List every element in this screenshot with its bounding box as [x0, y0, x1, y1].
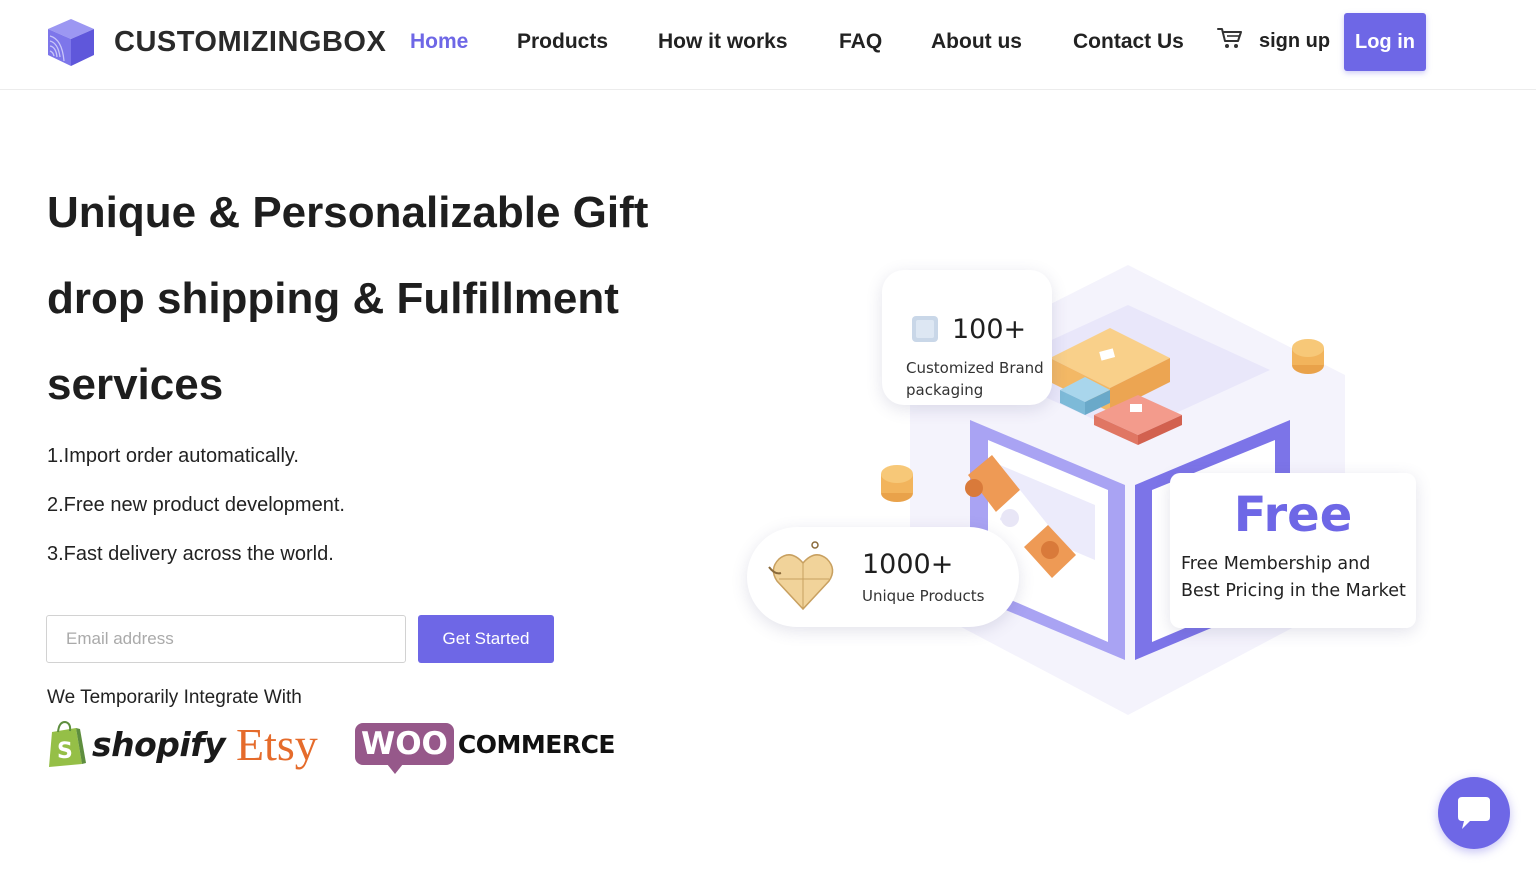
nav-how-it-works[interactable]: How it works [658, 30, 788, 54]
chat-icon [1458, 797, 1490, 829]
login-button[interactable]: Log in [1344, 13, 1426, 71]
woocommerce-logo: WOO COMMERCE [355, 723, 616, 774]
signup-link[interactable]: sign up [1259, 30, 1330, 53]
cube-logo-icon [48, 19, 94, 66]
box-icon [912, 316, 938, 342]
cart-icon[interactable] [1216, 26, 1244, 50]
hero-title-line: services [47, 360, 224, 409]
free-desc: Free Membership and Best Pricing in the … [1181, 551, 1406, 605]
products-stat-number: 1000+ [862, 549, 954, 580]
hero-title-line: Unique & Personalizable Gift [47, 188, 649, 237]
free-desc-line: Free Membership and [1181, 554, 1371, 574]
nav-home[interactable]: Home [410, 30, 468, 54]
hero-title-line: drop shipping & Fulfillment [47, 274, 619, 323]
commerce-wordmark: COMMERCE [457, 729, 616, 759]
brand-name: CUSTOMIZINGBOX [114, 25, 387, 58]
free-title: Free [1233, 487, 1353, 543]
shopify-bag-icon: S [49, 720, 86, 767]
packaging-stat-number: 100+ [952, 314, 1027, 345]
packaging-desc-line: packaging [906, 381, 984, 399]
site-header: CUSTOMIZINGBOX Home Products How it work… [0, 0, 1536, 90]
nav-products[interactable]: Products [517, 30, 608, 54]
shopify-wordmark: shopify [92, 724, 226, 764]
products-stat-card: 1000+ Unique Products [747, 527, 1019, 627]
shopify-logo: S shopify [46, 720, 226, 768]
products-stat-desc: Unique Products [862, 587, 985, 605]
brand-logo[interactable]: CUSTOMIZINGBOX [46, 17, 386, 67]
feature-item: 3.Fast delivery across the world. [47, 543, 334, 565]
svg-text:S: S [57, 739, 73, 764]
packaging-desc-line: Customized Brand [906, 359, 1044, 377]
feature-item: 2.Free new product development. [47, 494, 345, 516]
feature-item: 1.Import order automatically. [47, 445, 299, 467]
nav-about-us[interactable]: About us [931, 30, 1022, 54]
hero-illustration: 100+ Customized Brand packaging 1000+ Un… [730, 250, 1450, 730]
free-desc-line: Best Pricing in the Market [1181, 581, 1406, 601]
packaging-stat-desc: Customized Brand packaging [906, 357, 1044, 401]
nav-contact-us[interactable]: Contact Us [1073, 30, 1184, 54]
hero-title: Unique & Personalizable Gift drop shippi… [47, 170, 687, 428]
nav-faq[interactable]: FAQ [839, 30, 882, 54]
chat-button[interactable] [1438, 777, 1510, 849]
woo-badge: WOO [355, 723, 454, 774]
free-membership-card: Free Free Membership and Best Pricing in… [1170, 473, 1416, 628]
email-input[interactable] [46, 615, 406, 663]
packaging-stat-card: 100+ Customized Brand packaging [882, 270, 1052, 405]
feature-list: 1.Import order automatically. 2.Free new… [47, 440, 345, 587]
get-started-button[interactable]: Get Started [418, 615, 554, 663]
etsy-logo: Etsy [236, 719, 318, 770]
heart-puzzle-icon [768, 541, 834, 611]
integrate-label: We Temporarily Integrate With [47, 687, 302, 708]
